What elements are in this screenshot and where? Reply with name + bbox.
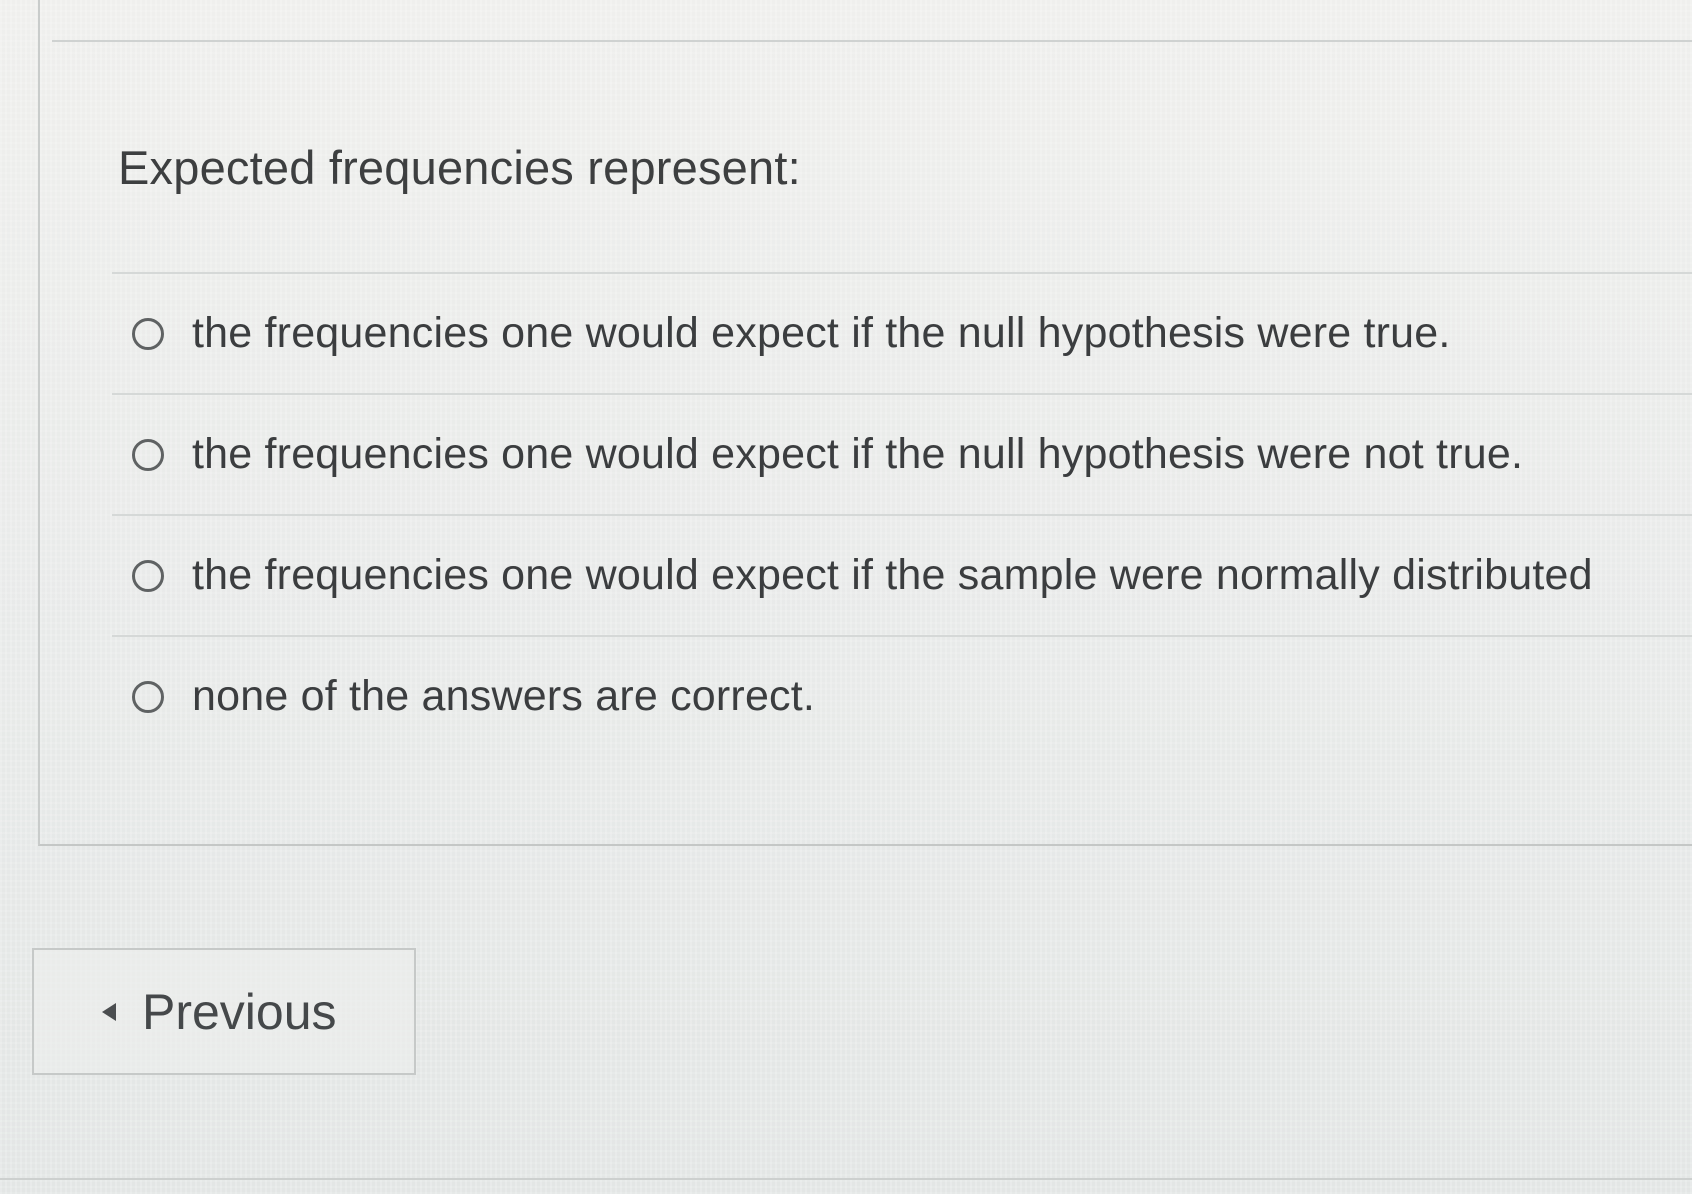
previous-button[interactable]: Previous xyxy=(32,948,416,1075)
answer-option-1[interactable]: the frequencies one would expect if the … xyxy=(112,272,1692,393)
answer-option-4[interactable]: none of the answers are correct. xyxy=(112,635,1692,756)
radio-button-icon[interactable] xyxy=(132,317,164,350)
radio-button-icon[interactable] xyxy=(132,680,164,713)
previous-button-label: Previous xyxy=(142,983,337,1040)
bottom-divider xyxy=(0,1178,1692,1180)
answer-option-label: the frequencies one would expect if the … xyxy=(192,551,1593,599)
radio-button-icon[interactable] xyxy=(132,559,164,592)
answer-option-label: the frequencies one would expect if the … xyxy=(192,430,1524,478)
caret-left-icon xyxy=(102,1002,116,1021)
quiz-page: Expected frequencies represent: the freq… xyxy=(0,0,1692,1194)
answer-option-label: none of the answers are correct. xyxy=(192,672,816,720)
radio-button-icon[interactable] xyxy=(132,438,164,471)
answer-option-2[interactable]: the frequencies one would expect if the … xyxy=(112,393,1692,514)
answer-option-3[interactable]: the frequencies one would expect if the … xyxy=(112,514,1692,635)
question-prompt: Expected frequencies represent: xyxy=(118,141,801,194)
answer-options: the frequencies one would expect if the … xyxy=(112,272,1692,756)
answer-option-label: the frequencies one would expect if the … xyxy=(192,309,1451,357)
